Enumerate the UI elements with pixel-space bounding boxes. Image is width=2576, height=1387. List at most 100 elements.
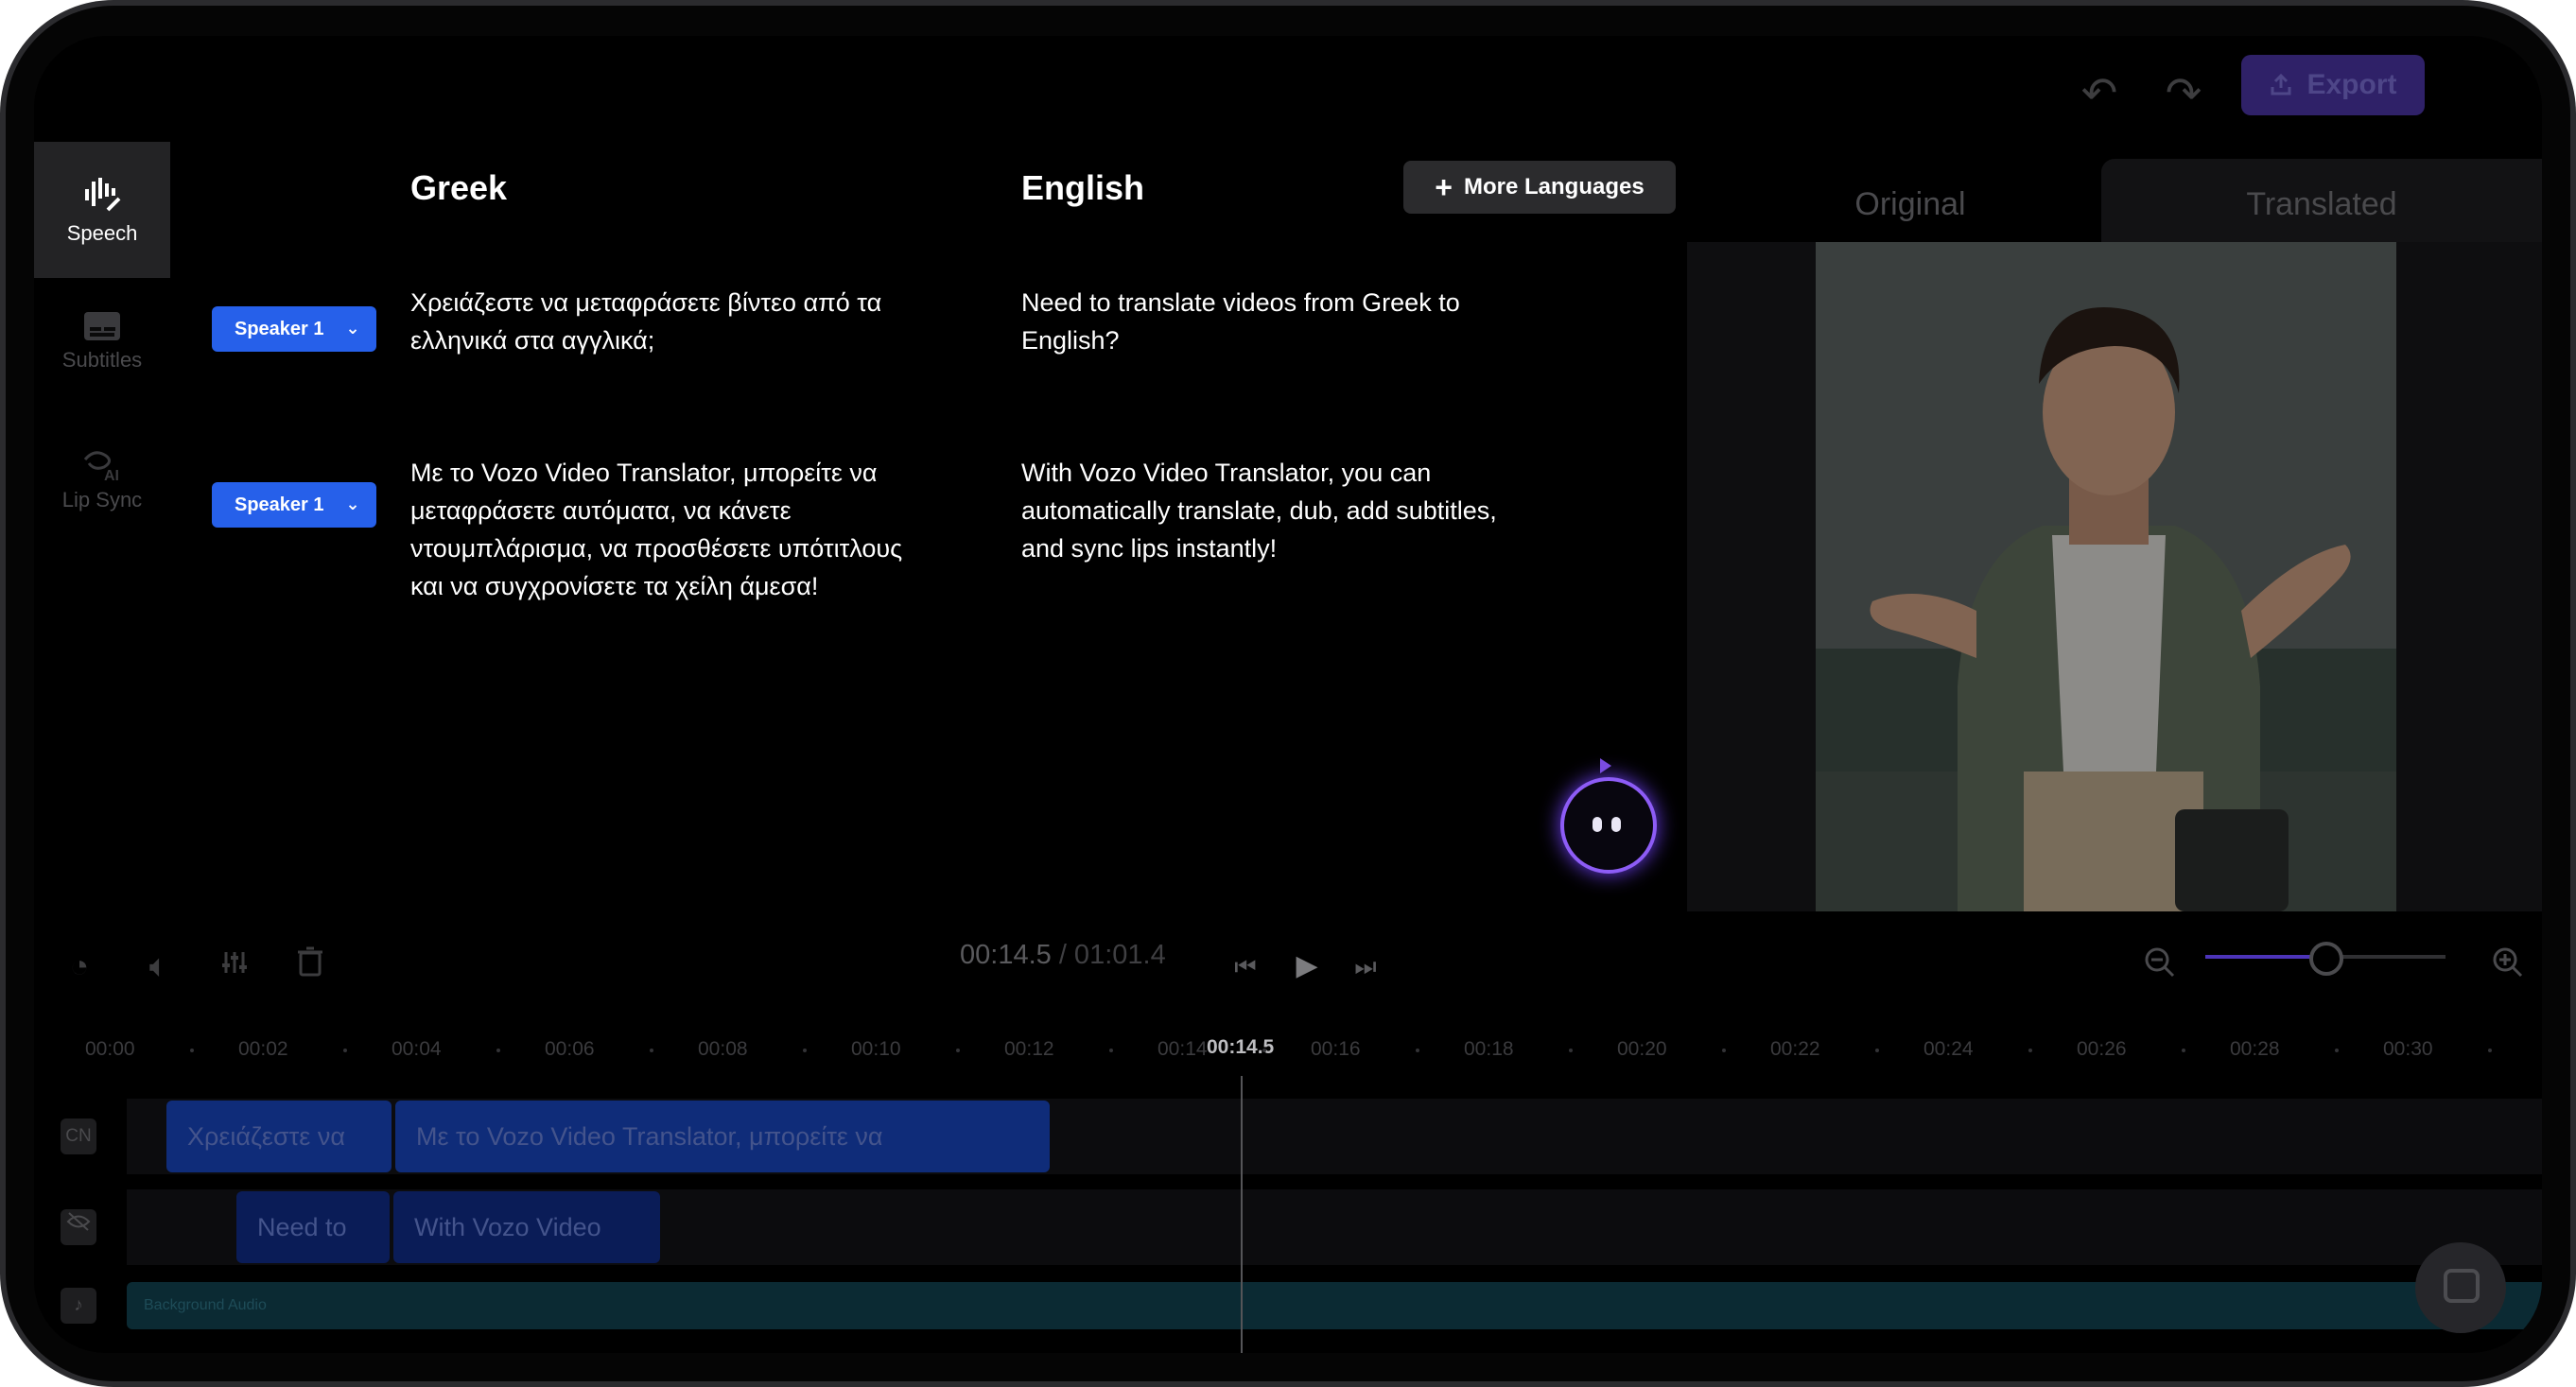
subtitle-clip[interactable]: Χρειάζεστε να <box>166 1101 392 1172</box>
equalizer-icon[interactable] <box>214 945 255 987</box>
text-line: English? <box>1021 326 1120 355</box>
sidebar-item-label: Speech <box>66 221 138 245</box>
ruler-tick-label: 00:20 <box>1617 1038 1667 1060</box>
ruler-tick-label: 00:00 <box>85 1038 135 1060</box>
orb-spark-icon <box>1600 758 1611 773</box>
background-audio-track[interactable]: Background Audio <box>127 1282 2542 1329</box>
zoom-slider-fill <box>2205 955 2324 959</box>
undo-icon[interactable]: ↶ <box>2071 64 2128 121</box>
ruler-tick-label: 00:16 <box>1311 1038 1361 1060</box>
ruler-tick-dot <box>650 1049 653 1052</box>
ruler-tick-dot <box>496 1049 500 1052</box>
zoom-in-icon[interactable] <box>2487 945 2529 987</box>
source-language-heading: Greek <box>410 168 508 207</box>
ruler-tick-label: 00:10 <box>851 1038 901 1060</box>
ruler-tick-dot <box>1875 1049 1879 1052</box>
playhead-time-label: 00:14.5 <box>1207 1036 1275 1058</box>
subtitle-clip[interactable]: With Vozo Video <box>393 1191 660 1263</box>
ruler-tick-dot <box>956 1049 960 1052</box>
skip-forward-icon[interactable]: ⏭︎ <box>1345 945 1386 987</box>
text-line: μεταφράσετε αυτόματα, να κάνετε <box>410 496 792 525</box>
ruler-tick-dot <box>1262 1049 1266 1052</box>
ruler-tick-label: 00:24 <box>1923 1038 1974 1060</box>
play-icon[interactable]: ▶ <box>1286 945 1328 987</box>
playback-time: 00:14.5 / 01:01.4 <box>960 940 1166 971</box>
sidebar-item-lip-sync[interactable]: AI Lip Sync <box>34 446 170 550</box>
tab-label: Original <box>1854 185 1966 222</box>
ruler-tick-label: 00:08 <box>698 1038 748 1060</box>
text-line: Με το Vozo Video Translator, μπορείτε να <box>410 459 878 487</box>
export-button[interactable]: Export <box>2241 55 2425 115</box>
target-language-heading: English <box>1021 168 1145 207</box>
sidebar-item-speech[interactable]: Speech <box>34 142 170 278</box>
ruler-tick-dot <box>190 1049 194 1052</box>
text-line: και να συγχρονίσετε τα χείλη άμεσα! <box>410 572 819 600</box>
svg-text:AI: AI <box>104 468 119 482</box>
ruler-tick-label: 00:18 <box>1464 1038 1514 1060</box>
sidebar-item-label: Lip Sync <box>61 488 143 511</box>
track-language-badge: CN <box>61 1118 96 1154</box>
ruler-tick-dot <box>2028 1049 2032 1052</box>
skip-back-icon[interactable]: ⏮︎ <box>1225 945 1266 987</box>
text-line: Need to translate videos from Greek to <box>1021 288 1460 317</box>
subtitle-clip[interactable]: Με το Vozo Video Translator, μπορείτε να <box>395 1101 1050 1172</box>
ruler-tick-dot <box>2335 1049 2339 1052</box>
tab-label: Translated <box>2246 185 2397 222</box>
video-frame[interactable] <box>1816 242 2396 911</box>
ai-lip-icon: AI <box>83 451 119 482</box>
subtitles-icon <box>84 312 120 340</box>
sidebar-item-subtitles[interactable]: Subtitles <box>34 310 170 414</box>
ruler-tick-dot <box>1722 1049 1726 1052</box>
speaker-selector[interactable]: Speaker 1 ⌄ <box>212 306 376 352</box>
speed-gauge-icon[interactable]: ◔ <box>59 945 100 987</box>
current-time: 00:14.5 <box>960 940 1052 970</box>
zoom-out-icon[interactable] <box>2139 945 2181 987</box>
ruler-tick-label: 00:04 <box>392 1038 442 1060</box>
ruler-tick-dot <box>2182 1049 2185 1052</box>
plus-icon: + <box>1435 170 1453 204</box>
speaker-label: Speaker 1 <box>235 494 324 515</box>
redo-icon[interactable]: ↷ <box>2155 64 2212 121</box>
playhead-line[interactable] <box>1241 1076 1243 1353</box>
ruler-tick-dot <box>1109 1049 1113 1052</box>
ruler-tick-dot <box>1416 1049 1419 1052</box>
chevron-down-icon: ⌄ <box>345 319 360 338</box>
trash-icon[interactable] <box>289 945 331 987</box>
orb-eye <box>1611 817 1621 832</box>
ruler-tick-dot <box>2488 1049 2492 1052</box>
target-text[interactable]: With Vozo Video Translator, you can auto… <box>1021 454 1570 567</box>
chat-support-button[interactable] <box>2415 1242 2506 1333</box>
total-time: / 01:01.4 <box>1051 940 1166 970</box>
speaker-selector[interactable]: Speaker 1 ⌄ <box>212 482 376 528</box>
upload-icon <box>2271 73 2291 95</box>
tab-translated[interactable]: Translated <box>2101 159 2542 250</box>
presenter-image <box>1816 242 2396 911</box>
assistant-orb-button[interactable] <box>1560 777 1657 874</box>
tab-original[interactable]: Original <box>1687 159 2133 250</box>
ruler-tick-label: 00:30 <box>2383 1038 2433 1060</box>
zoom-slider-handle[interactable] <box>2309 942 2343 976</box>
more-languages-label: More Languages <box>1463 174 1645 199</box>
music-note-icon: ♪ <box>61 1288 96 1324</box>
ruler-tick-label: 00:22 <box>1770 1038 1820 1060</box>
text-line: and sync lips instantly! <box>1021 534 1278 563</box>
text-line: automatically translate, dub, add subtit… <box>1021 496 1497 525</box>
app-screen: ↶ ↷ Export Speech Subtitles AI Lip Sync <box>34 36 2542 1353</box>
ruler-tick-dot <box>343 1049 347 1052</box>
source-text[interactable]: Με το Vozo Video Translator, μπορείτε να… <box>410 454 997 605</box>
eye-off-icon[interactable] <box>61 1209 96 1245</box>
text-line: ελληνικά στα αγγλικά; <box>410 326 655 355</box>
source-text[interactable]: Χρειάζεστε να μεταφράσετε βίντεο από τα … <box>410 284 997 359</box>
more-languages-button[interactable]: + More Languages <box>1403 161 1676 214</box>
sidebar-item-label: Subtitles <box>61 348 143 372</box>
export-label: Export <box>2306 69 2397 100</box>
chat-icon <box>2444 1269 2480 1303</box>
ruler-tick-label: 00:02 <box>238 1038 288 1060</box>
volume-icon[interactable]: 🔈︎ <box>138 945 180 987</box>
target-text[interactable]: Need to translate videos from Greek to E… <box>1021 284 1570 359</box>
speaker-label: Speaker 1 <box>235 318 324 339</box>
ruler-tick-label: 00:12 <box>1004 1038 1054 1060</box>
subtitle-clip[interactable]: Need to <box>236 1191 390 1263</box>
text-line: ντουμπλάρισμα, να προσθέσετε υπότιτλους <box>410 534 903 563</box>
ruler-tick-dot <box>803 1049 807 1052</box>
